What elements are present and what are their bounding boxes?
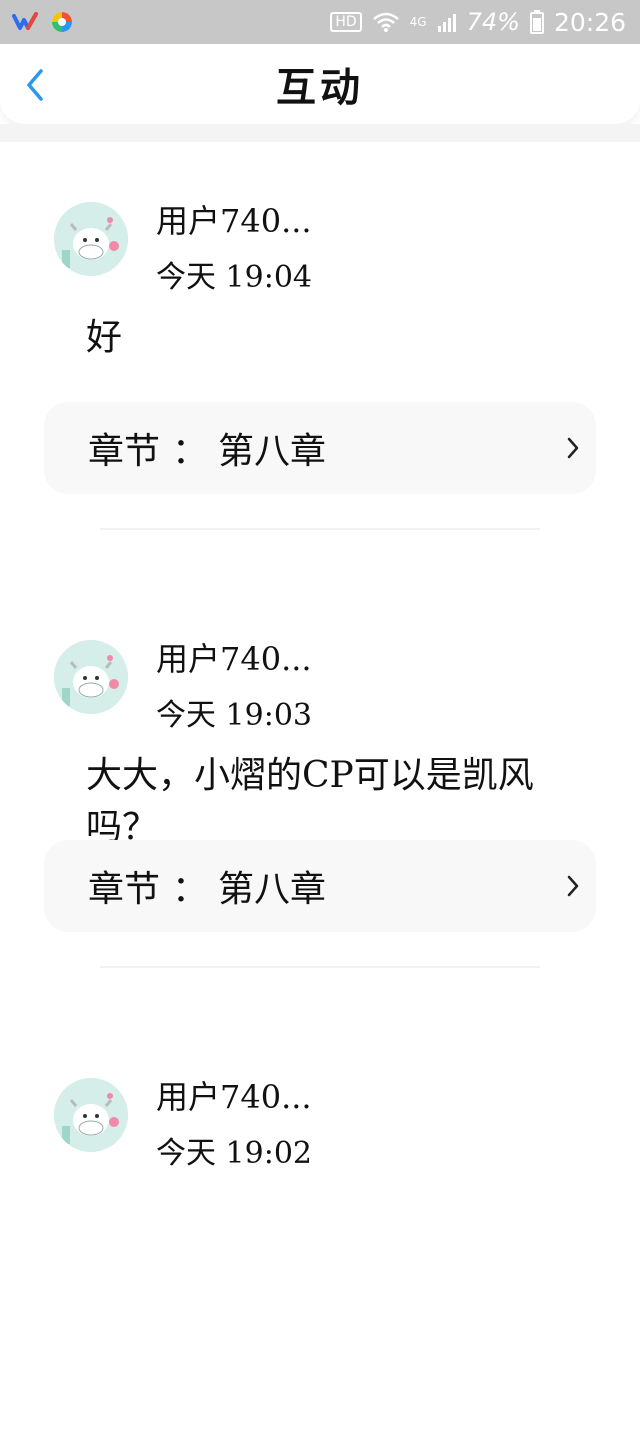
user-name[interactable]: 用户740...: [156, 1072, 312, 1118]
cow-avatar-icon: [54, 640, 128, 714]
battery-percent: 74%: [466, 8, 520, 36]
comment-time: 今天 19:02: [156, 1136, 312, 1171]
chevron-right-icon: [567, 437, 579, 459]
comment-item: 用户740... 今天 19:02: [0, 1018, 640, 1456]
chevron-right-icon: [567, 875, 579, 897]
color-wheel-icon: [52, 12, 72, 32]
divider: [100, 528, 540, 530]
avatar[interactable]: [54, 202, 128, 276]
avatar[interactable]: [54, 1078, 128, 1152]
signal-icon: [437, 14, 456, 32]
user-name[interactable]: 用户740...: [156, 196, 312, 242]
chapter-separator: ：: [172, 431, 209, 472]
chapter-name: 第八章: [218, 869, 327, 910]
chapter-label: 章节: [88, 431, 161, 472]
nav-bar: 互动: [0, 44, 640, 124]
chapter-link[interactable]: 章节 ： 第八章: [44, 402, 596, 494]
chapter-label: 章节: [88, 869, 161, 910]
comment-time: 今天 19:03: [156, 698, 312, 733]
hd-badge: HD: [330, 12, 362, 32]
user-name[interactable]: 用户740...: [156, 634, 312, 680]
divider: [100, 966, 540, 968]
cow-avatar-icon: [54, 1078, 128, 1152]
back-button[interactable]: [20, 68, 50, 102]
comment-item: 用户740... 今天 19:03 大大，小熠的CP可以是凯风吗？ 章节 ： 第…: [0, 580, 640, 1018]
battery-icon: [529, 10, 544, 34]
cow-avatar-icon: [54, 202, 128, 276]
interaction-feed: 用户740... 今天 19:04 好 章节 ： 第八章 用户740... 今天…: [0, 142, 640, 1456]
comment-item: 用户740... 今天 19:04 好 章节 ： 第八章: [0, 142, 640, 580]
page-title: 互动: [276, 64, 364, 111]
comment-time: 今天 19:04: [156, 260, 312, 295]
comment-text: 好: [86, 317, 123, 358]
status-bar: HD 4G 74% 20:26: [0, 0, 640, 44]
network-type-label: 4G: [409, 15, 427, 29]
avatar[interactable]: [54, 640, 128, 714]
app-logo-icon: [12, 12, 38, 30]
comment-text: 大大，小熠的CP可以是凯风吗？: [86, 755, 534, 848]
chevron-left-icon: [27, 69, 43, 101]
clock: 20:26: [553, 7, 626, 37]
status-bar-indicators: HD 4G 74% 20:26: [330, 8, 626, 37]
wifi-icon: [372, 12, 399, 32]
chapter-name: 第八章: [218, 431, 327, 472]
chapter-separator: ：: [172, 869, 209, 910]
header-separator: [0, 124, 640, 142]
chapter-link[interactable]: 章节 ： 第八章: [44, 840, 596, 932]
status-bar-app-icons: [12, 10, 74, 34]
